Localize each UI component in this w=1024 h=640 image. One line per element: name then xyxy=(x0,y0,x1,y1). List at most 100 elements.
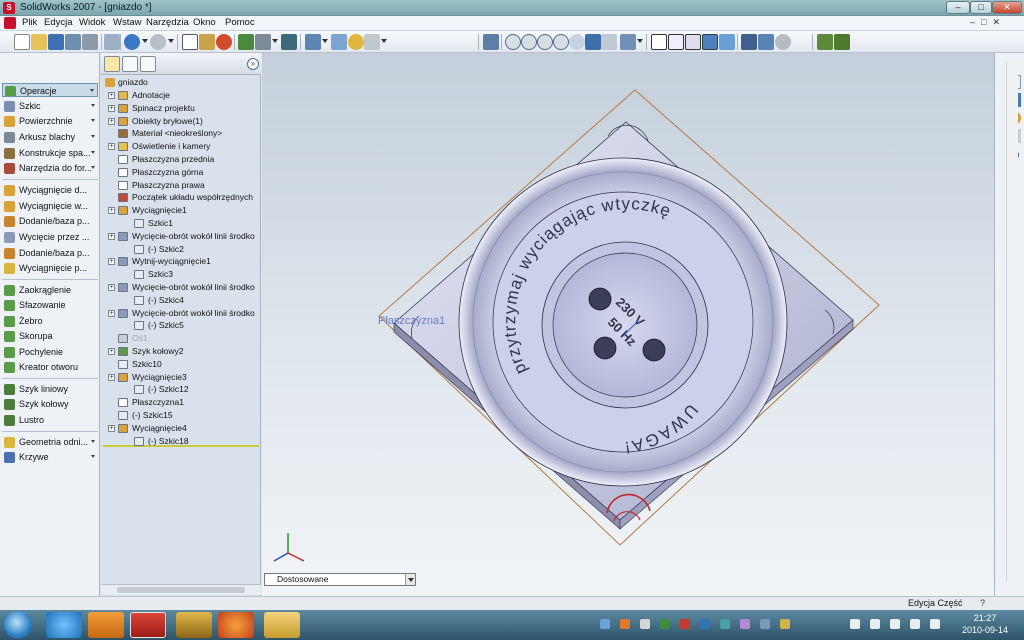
tree-item[interactable]: Materiał <nieokreślony> xyxy=(101,127,261,140)
firefox-icon[interactable] xyxy=(218,612,254,638)
tree-item[interactable]: Płaszczyzna1 xyxy=(101,396,261,409)
cmd-extruded-cut[interactable]: Wycięcie przez ... xyxy=(2,230,98,244)
expand-icon[interactable]: + xyxy=(108,92,115,99)
expand-icon[interactable]: + xyxy=(108,207,115,215)
expand-icon[interactable]: + xyxy=(108,373,115,381)
network-icon[interactable] xyxy=(850,619,860,629)
cmd-skorupa[interactable]: Skorupa xyxy=(2,329,98,343)
cmd-swept-boss[interactable]: Dodanie/baza p... xyxy=(2,214,98,228)
menu-wstaw[interactable]: Wstaw xyxy=(113,17,142,28)
rotate-view-icon[interactable] xyxy=(569,34,585,50)
tree-item[interactable]: + Wyciągnięcie4 xyxy=(101,422,261,435)
help-question-icon[interactable]: ? xyxy=(980,598,985,608)
text-format-dropdown-icon[interactable] xyxy=(381,39,387,43)
model-view[interactable]: przytrzymaj wyciągając wtyczkę UWAGA! 23… xyxy=(262,53,994,596)
pin-hole-bottom[interactable] xyxy=(593,336,617,360)
zoom-to-fit-icon[interactable] xyxy=(505,34,521,50)
cmd-krzywe[interactable]: Krzywe xyxy=(2,450,98,464)
open-folder-icon[interactable] xyxy=(31,34,47,50)
previous-view-icon[interactable] xyxy=(601,34,617,50)
graphics-area[interactable]: przytrzymaj wyciągając wtyczkę UWAGA! 23… xyxy=(262,53,994,596)
cmd-szyk-liniowy[interactable]: Szyk liniowy xyxy=(2,382,98,396)
vertical-scrollbar[interactable] xyxy=(1006,61,1018,582)
shaded-with-edges-icon[interactable] xyxy=(702,34,718,50)
traffic-light-icon[interactable] xyxy=(216,34,232,50)
cmd-operacje[interactable]: Operacje xyxy=(2,83,98,97)
expand-icon[interactable]: + xyxy=(108,232,115,240)
print-icon[interactable] xyxy=(65,34,81,50)
tray-icon[interactable] xyxy=(740,619,750,629)
file-properties-dropdown-icon[interactable] xyxy=(272,39,278,43)
media-player-icon[interactable] xyxy=(88,612,124,638)
solidworks-taskbar-icon[interactable] xyxy=(130,612,166,638)
cmd-konstrukcje-spawane[interactable]: Konstrukcje spa... xyxy=(2,146,98,160)
tree-item[interactable]: + Spinacz projektu xyxy=(101,102,261,115)
tray-icon[interactable] xyxy=(760,619,770,629)
redo-icon[interactable] xyxy=(150,34,166,50)
expand-panel-icon[interactable]: » xyxy=(247,58,259,70)
cmd-lustro[interactable]: Lustro xyxy=(2,413,98,427)
hidden-lines-removed-icon[interactable] xyxy=(685,34,701,50)
cmd-revolved-boss[interactable]: Wyciągnięcie w... xyxy=(2,199,98,213)
tree-item[interactable]: (-) Szkic5 xyxy=(101,319,261,332)
tree-item[interactable]: + Wycięcie-obrót wokół linii środko xyxy=(101,281,261,294)
tree-item[interactable]: (-) Szkic12 xyxy=(101,383,261,396)
menu-edycja[interactable]: Edycja xyxy=(44,17,73,28)
menu-plik[interactable]: Plik xyxy=(22,17,37,28)
tree-item[interactable]: Płaszczyzna przednia xyxy=(101,153,261,166)
grid-icon[interactable] xyxy=(238,34,254,50)
tree-item[interactable]: + Adnotacje xyxy=(101,89,261,102)
solidworks-menu-logo-icon[interactable] xyxy=(4,17,16,29)
section-view-icon[interactable] xyxy=(758,34,774,50)
internet-explorer-icon[interactable] xyxy=(46,612,82,638)
standard-views-icon[interactable] xyxy=(620,34,636,50)
cmd-zaokraglenie[interactable]: Zaokrąglenie xyxy=(2,283,98,297)
tree-root[interactable]: gniazdo xyxy=(101,76,261,89)
document-window-controls[interactable]: –□✕ xyxy=(970,17,1020,29)
shaded-icon[interactable] xyxy=(719,34,735,50)
close-button[interactable]: ✕ xyxy=(992,1,1022,14)
expand-icon[interactable]: + xyxy=(108,104,115,112)
tree-item[interactable]: Szkic10 xyxy=(101,358,261,371)
tree-item[interactable]: + Szyk kołowy2 xyxy=(101,345,261,358)
menu-pomoc[interactable]: Pomoc xyxy=(225,17,255,28)
expand-icon[interactable]: + xyxy=(108,284,115,291)
feature-manager-tab-icon[interactable] xyxy=(104,56,120,72)
minimize-button[interactable]: – xyxy=(946,1,970,14)
zoom-in-out-icon[interactable] xyxy=(537,34,553,50)
tree-item[interactable]: Oś1 xyxy=(101,332,261,345)
expand-icon[interactable]: + xyxy=(108,143,115,151)
maximize-button[interactable]: □ xyxy=(970,1,992,14)
add-in-icon[interactable] xyxy=(834,34,850,50)
tray-icon[interactable] xyxy=(700,619,710,629)
customize-icon[interactable] xyxy=(281,34,297,50)
tray-icon[interactable] xyxy=(600,619,610,629)
tree-horizontal-scrollbar[interactable] xyxy=(101,584,261,595)
cmd-extruded-boss[interactable]: Wyciągnięcie d... xyxy=(2,183,98,197)
undo-dropdown-icon[interactable] xyxy=(142,39,148,43)
tray-icon[interactable] xyxy=(680,619,690,629)
text-format-icon[interactable] xyxy=(364,34,380,50)
property-manager-tab-icon[interactable] xyxy=(122,56,138,72)
tray-icon[interactable] xyxy=(620,619,630,629)
rebuild-icon[interactable] xyxy=(199,34,215,50)
tree-item[interactable]: + Oświetlenie i kamery xyxy=(101,140,261,153)
volume-icon[interactable] xyxy=(870,619,880,629)
cmd-szyk-kolowy[interactable]: Szyk kołowy xyxy=(2,397,98,411)
tree-item[interactable]: + Wyciągnięcie1 xyxy=(101,204,261,217)
realview-icon[interactable] xyxy=(775,34,791,50)
zoom-to-selection-icon[interactable] xyxy=(553,34,569,50)
tree-item[interactable]: + Wyciągnięcie3 xyxy=(101,371,261,384)
expand-icon[interactable]: + xyxy=(108,258,115,266)
undo-icon[interactable] xyxy=(124,34,140,50)
windows-layout-icon[interactable] xyxy=(305,34,321,50)
tree-item[interactable]: Płaszczyzna prawa xyxy=(101,179,261,192)
expand-icon[interactable]: + xyxy=(108,117,115,125)
cmd-sfazowanie[interactable]: Sfazowanie xyxy=(2,298,98,312)
tree-item[interactable]: + Obiekty bryłowe(1) xyxy=(101,115,261,128)
cmd-pochylenie[interactable]: Pochylenie xyxy=(2,345,98,359)
pan-icon[interactable] xyxy=(585,34,601,50)
help-icon[interactable] xyxy=(348,34,364,50)
display-state-combo[interactable]: Dostosowane xyxy=(264,573,416,586)
start-button-icon[interactable] xyxy=(4,611,32,639)
